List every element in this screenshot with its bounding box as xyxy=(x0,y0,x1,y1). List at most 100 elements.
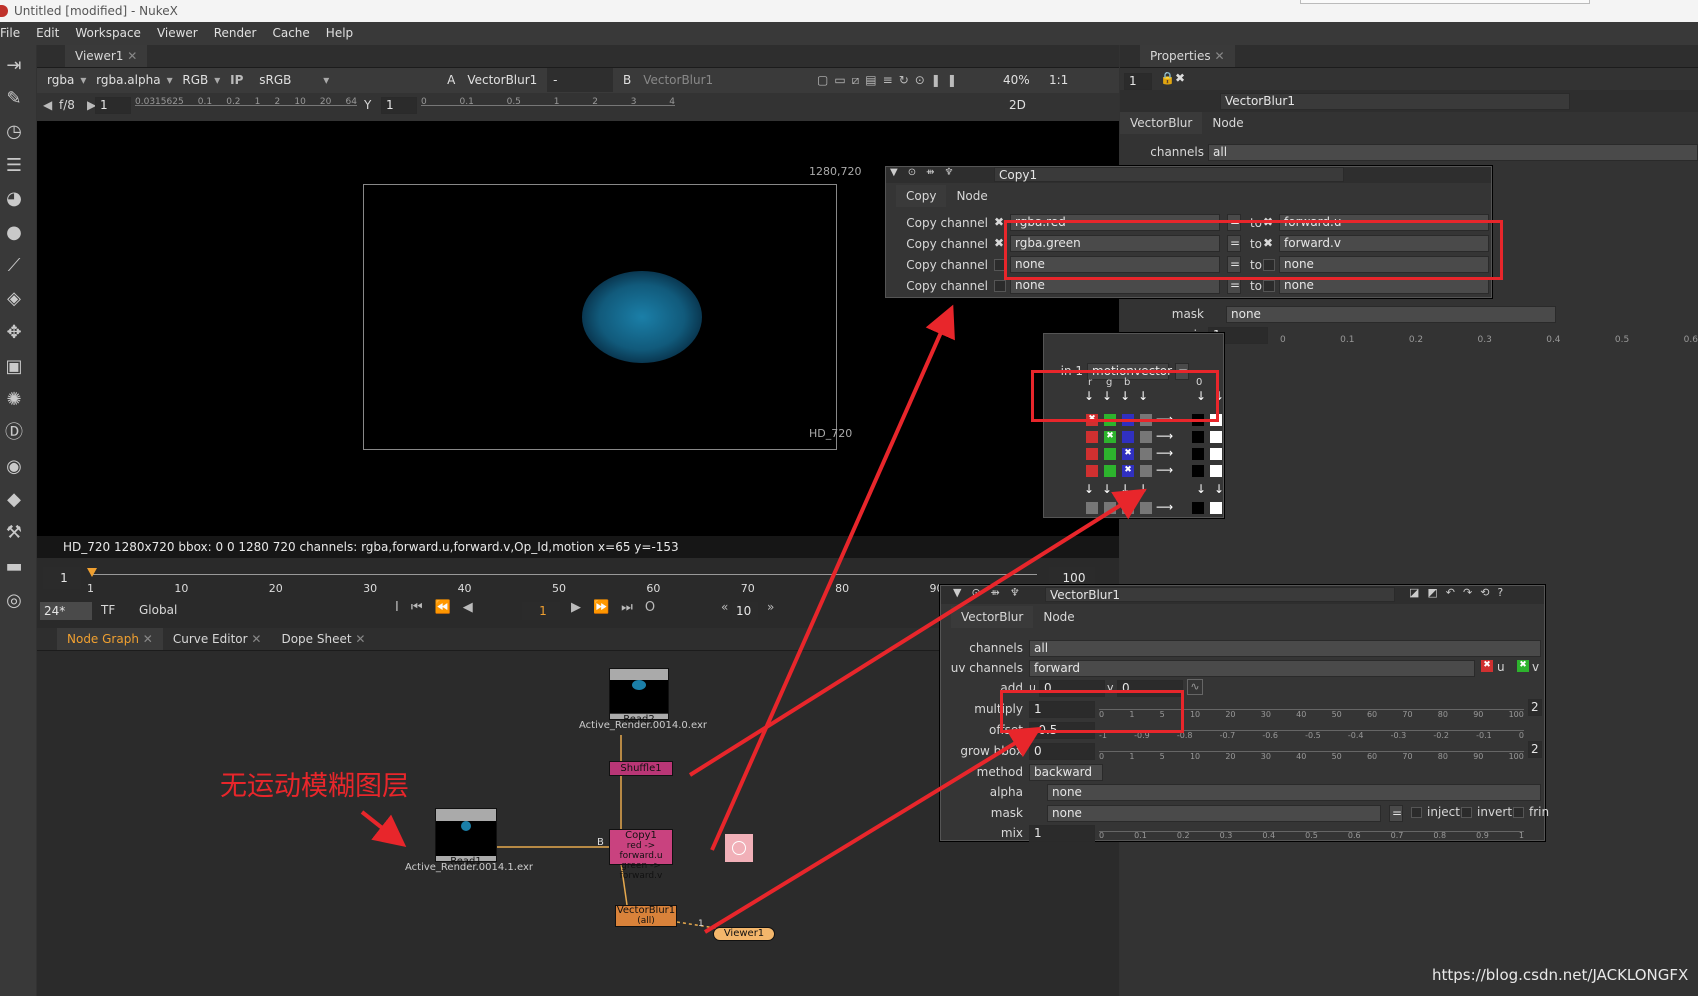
channels-dropdown[interactable]: rgba xyxy=(41,68,80,92)
method-dropdown[interactable]: backward xyxy=(1029,764,1103,781)
step-forward-icon[interactable]: » xyxy=(767,600,774,614)
x-icon[interactable]: ✖ xyxy=(994,215,1004,229)
time-icon[interactable]: ◷ xyxy=(3,121,25,143)
zero-cell[interactable] xyxy=(1192,431,1204,443)
close-icon[interactable]: ✕ xyxy=(143,632,153,646)
step-back-icon[interactable]: « xyxy=(721,600,728,614)
draw-icon[interactable]: ✎ xyxy=(3,88,25,110)
inject-checkbox[interactable] xyxy=(1411,807,1422,818)
ratio-dropdown[interactable]: 1:1 xyxy=(1043,68,1074,92)
a-input-dropdown[interactable]: VectorBlur1 xyxy=(461,68,543,92)
read1-node[interactable]: Read1 xyxy=(435,808,497,867)
shuffle1-node[interactable]: Shuffle1 xyxy=(609,761,673,776)
one-cell[interactable] xyxy=(1210,431,1222,443)
properties-node-name[interactable]: VectorBlur1 xyxy=(1220,93,1570,110)
gain-field[interactable]: 1 xyxy=(95,97,131,114)
mask-dropdown[interactable]: none xyxy=(1226,306,1556,323)
one-cell[interactable] xyxy=(1210,448,1222,460)
invert-checkbox[interactable] xyxy=(1461,807,1472,818)
grow-dim-button[interactable]: 2 xyxy=(1528,741,1542,758)
viewer-tool-icons[interactable]: ▢▭⧄▤≡↻⊙❚❚ xyxy=(817,68,963,92)
mix-field[interactable]: 1 xyxy=(1029,825,1095,842)
shuffle-cell[interactable] xyxy=(1086,448,1098,460)
menu-file[interactable]: File xyxy=(0,26,20,40)
tab-dope-sheet[interactable]: Dope Sheet ✕ xyxy=(271,628,375,650)
output-cell[interactable] xyxy=(1122,502,1134,514)
one-cell[interactable] xyxy=(1210,502,1222,514)
fps-dropdown[interactable]: 24* xyxy=(39,601,93,621)
transport-controls[interactable]: I⏮⏪◀ xyxy=(395,600,485,615)
shuffle-cell-checked[interactable]: ✖ xyxy=(1104,431,1116,443)
v-checkbox[interactable]: ✖ xyxy=(1517,660,1529,672)
menu-render[interactable]: Render xyxy=(214,26,257,40)
tab-node-graph[interactable]: Node Graph ✕ xyxy=(57,628,163,650)
tab-vectorblur[interactable]: VectorBlur xyxy=(1120,112,1203,134)
transform-icon[interactable]: ✥ xyxy=(3,322,25,344)
merge-icon[interactable]: ◈ xyxy=(3,288,25,310)
tab-vectorblur[interactable]: VectorBlur xyxy=(951,606,1034,628)
zero-cell[interactable] xyxy=(1192,465,1204,477)
shuffle-cell[interactable] xyxy=(1104,465,1116,477)
menu-workspace[interactable]: Workspace xyxy=(75,26,141,40)
fringe-checkbox[interactable] xyxy=(1513,807,1524,818)
channels-dropdown[interactable]: all xyxy=(1208,144,1698,161)
b-input-dropdown[interactable]: VectorBlur1 xyxy=(637,68,719,92)
3d-icon[interactable]: ▣ xyxy=(3,356,25,378)
ip-button[interactable]: IP xyxy=(224,68,249,92)
particles-icon[interactable]: ✺ xyxy=(3,389,25,411)
menu-edit[interactable]: Edit xyxy=(36,26,59,40)
tab-node[interactable]: Node xyxy=(1033,606,1084,628)
zero-cell[interactable] xyxy=(1192,502,1204,514)
shuffle-cell[interactable] xyxy=(1086,431,1098,443)
viewer1-node[interactable]: Viewer1 xyxy=(713,927,775,941)
equals-button[interactable]: = xyxy=(1389,805,1403,822)
tab-node[interactable]: Node xyxy=(946,185,997,207)
channel-icon[interactable]: ☰ xyxy=(3,155,25,177)
output-cell[interactable] xyxy=(1140,502,1152,514)
furnace-icon[interactable]: ◎ xyxy=(3,590,25,612)
alpha-dropdown[interactable]: none xyxy=(1047,784,1541,801)
image-tools-icon[interactable]: ⇥ xyxy=(3,55,25,77)
shuffle-cell[interactable] xyxy=(1140,465,1152,477)
tab-curve-editor[interactable]: Curve Editor ✕ xyxy=(163,628,272,650)
other-icon[interactable]: ▬ xyxy=(3,556,25,578)
shuffle-cell[interactable] xyxy=(1086,465,1098,477)
shuffle-cell-checked[interactable]: ✖ xyxy=(1122,465,1134,477)
shuffle-cell-checked[interactable]: ✖ xyxy=(1122,448,1134,460)
tab-viewer1[interactable]: Viewer1 ✕ xyxy=(65,45,148,67)
output-cell[interactable] xyxy=(1104,502,1116,514)
shuffle-cell[interactable] xyxy=(1140,431,1152,443)
filter-icon[interactable]: ● xyxy=(3,222,25,244)
close-icon[interactable]: ✕ xyxy=(127,49,137,63)
current-frame-field[interactable]: 1 xyxy=(521,601,561,621)
lock-icon[interactable]: 🔒✖ xyxy=(1160,71,1185,85)
keyer-icon[interactable]: ⟋ xyxy=(3,255,25,277)
color-icon[interactable]: ◕ xyxy=(3,188,25,210)
u-checkbox[interactable]: ✖ xyxy=(1481,660,1493,672)
copy1-node[interactable]: Copy1 red -> forward.u green -> forward.… xyxy=(609,829,673,881)
close-icon[interactable]: ✕ xyxy=(1214,49,1224,63)
panel-header-icons[interactable]: ▼⊙⇻♆ xyxy=(890,167,963,178)
checkbox[interactable] xyxy=(1263,280,1275,292)
shuffle-cell[interactable] xyxy=(1140,448,1152,460)
curve-icon[interactable]: ∿ xyxy=(1187,679,1203,695)
playhead-icon[interactable] xyxy=(87,568,97,577)
display-dropdown[interactable]: RGB xyxy=(176,68,214,92)
views-icon[interactable]: ◉ xyxy=(3,456,25,478)
channels-dropdown[interactable]: all xyxy=(1029,640,1541,657)
menu-cache[interactable]: Cache xyxy=(272,26,309,40)
grow-bbox-field[interactable]: 0 xyxy=(1029,743,1095,760)
mask-dropdown[interactable]: none xyxy=(1047,805,1381,822)
view-mode-dropdown[interactable]: 2D xyxy=(1003,93,1032,117)
dot-node[interactable] xyxy=(725,834,753,862)
shuffle-cell[interactable] xyxy=(1104,448,1116,460)
copy1-node-name[interactable]: Copy1 xyxy=(994,167,1344,182)
metadata-icon[interactable]: ◆ xyxy=(3,489,25,511)
toolsets-icon[interactable]: ⚒ xyxy=(3,522,25,544)
shuffle-cell[interactable] xyxy=(1122,431,1134,443)
menu-help[interactable]: Help xyxy=(326,26,353,40)
deep-icon[interactable]: Ⓓ xyxy=(3,422,25,444)
menu-viewer[interactable]: Viewer xyxy=(157,26,198,40)
global-dropdown[interactable]: Global xyxy=(139,603,177,617)
compare-op-dropdown[interactable]: - xyxy=(547,68,614,92)
